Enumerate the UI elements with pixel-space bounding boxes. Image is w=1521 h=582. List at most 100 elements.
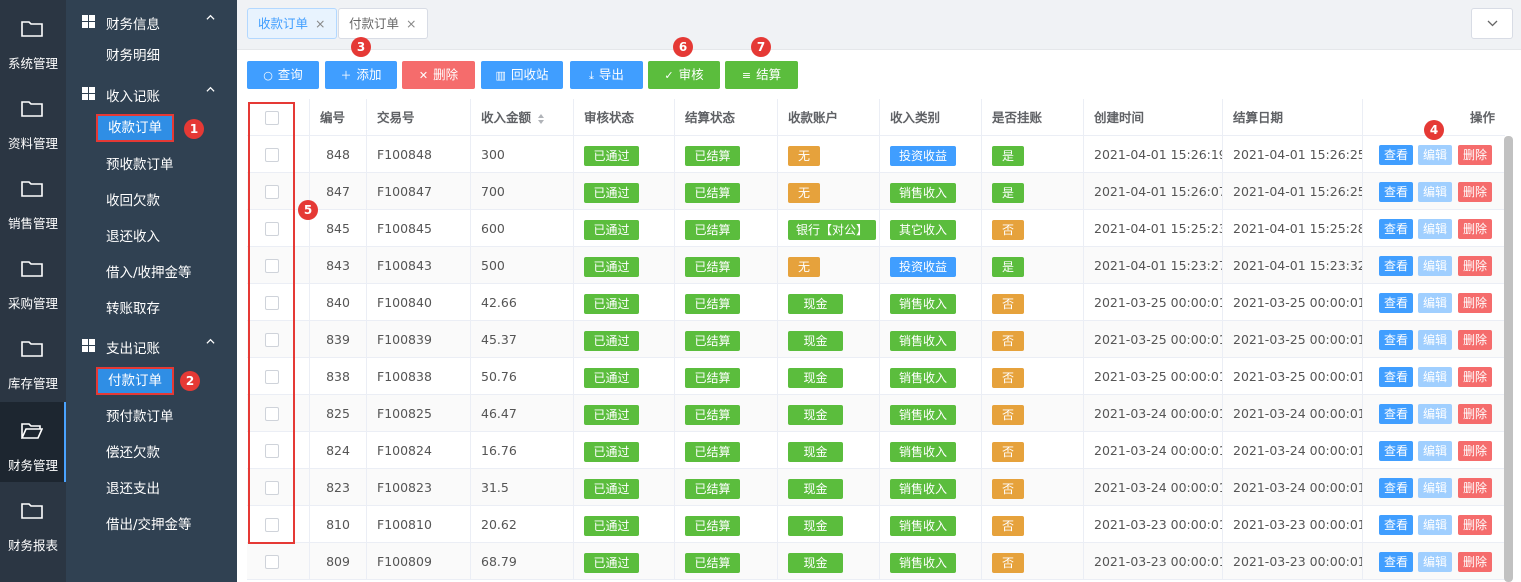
delete-row-button[interactable]: 删除 — [1458, 478, 1493, 498]
edit-button[interactable]: 编辑 — [1418, 145, 1453, 165]
row-checkbox[interactable] — [265, 222, 279, 236]
view-button[interactable]: 查看 — [1379, 145, 1414, 165]
sort-icon[interactable] — [537, 113, 545, 125]
rail-item-reports[interactable]: 财务报表 — [0, 482, 66, 562]
row-checkbox[interactable] — [265, 481, 279, 495]
delete-row-button[interactable]: 删除 — [1458, 256, 1493, 276]
tab-payment-order[interactable]: 付款订单 × — [338, 8, 428, 39]
view-button[interactable]: 查看 — [1379, 330, 1414, 350]
rail-item-data[interactable]: 资料管理 — [0, 80, 66, 160]
view-button[interactable]: 查看 — [1379, 478, 1414, 498]
submenu-item-advance-receipt[interactable]: 预收款订单 — [106, 151, 174, 179]
cell-amount: 68.79 — [471, 543, 574, 580]
recycle-bin-button[interactable]: ▥ 回收站 — [481, 61, 563, 89]
row-checkbox[interactable] — [265, 444, 279, 458]
submenu-item-lend-out[interactable]: 借出/交押金等 — [106, 511, 192, 539]
row-checkbox[interactable] — [265, 518, 279, 532]
view-button[interactable]: 查看 — [1379, 367, 1414, 387]
settle-button[interactable]: ≡ 结算 — [725, 61, 798, 89]
edit-button[interactable]: 编辑 — [1418, 293, 1453, 313]
view-button[interactable]: 查看 — [1379, 256, 1414, 276]
view-button[interactable]: 查看 — [1379, 552, 1414, 572]
submenu-item-repay-debt[interactable]: 偿还欠款 — [106, 439, 160, 467]
row-checkbox[interactable] — [265, 185, 279, 199]
table-scrollbar[interactable] — [1504, 136, 1513, 582]
delete-row-button[interactable]: 删除 — [1458, 367, 1493, 387]
table-row[interactable]: 840 F100840 42.66 已通过 已结算 现金 销售收入 否 2021-03-25 0… — [247, 284, 1505, 321]
delete-row-button[interactable]: 删除 — [1458, 515, 1493, 535]
audit-button[interactable]: ✓ 审核 — [648, 61, 720, 89]
edit-button[interactable]: 编辑 — [1418, 367, 1453, 387]
close-icon[interactable]: × — [315, 16, 325, 31]
delete-row-button[interactable]: 删除 — [1458, 219, 1493, 239]
add-button[interactable]: ＋ 添加 — [325, 61, 397, 89]
delete-row-button[interactable]: 删除 — [1458, 552, 1493, 572]
view-button[interactable]: 查看 — [1379, 219, 1414, 239]
view-button[interactable]: 查看 — [1379, 404, 1414, 424]
edit-button[interactable]: 编辑 — [1418, 441, 1453, 461]
table-row[interactable]: 838 F100838 50.76 已通过 已结算 现金 销售收入 否 2021-03-25 0… — [247, 358, 1505, 395]
table-row[interactable]: 823 F100823 31.5 已通过 已结算 现金 销售收入 否 2021-03-24 00… — [247, 469, 1505, 506]
submenu-item-recover-debt[interactable]: 收回欠款 — [106, 187, 160, 215]
submenu-group-income[interactable]: 收入记账 — [66, 75, 237, 111]
submenu-group-finance-info[interactable]: 财务信息 — [66, 3, 237, 39]
submenu-item-advance-payment[interactable]: 预付款订单 — [106, 403, 174, 431]
table-row[interactable]: 839 F100839 45.37 已通过 已结算 现金 销售收入 否 2021-03-25 0… — [247, 321, 1505, 358]
view-button[interactable]: 查看 — [1379, 441, 1414, 461]
edit-button[interactable]: 编辑 — [1418, 182, 1453, 202]
edit-button[interactable]: 编辑 — [1418, 478, 1453, 498]
row-checkbox[interactable] — [265, 407, 279, 421]
row-checkbox[interactable] — [265, 555, 279, 569]
status-badge: 已结算 — [685, 367, 740, 388]
edit-button[interactable]: 编辑 — [1418, 552, 1453, 572]
tabs-dropdown-button[interactable] — [1471, 8, 1513, 39]
tab-receipt-order[interactable]: 收款订单 × — [247, 8, 337, 39]
table-row[interactable]: 848 F100848 300 已通过 已结算 无 投资收益 是 2021-04-01 15:2… — [247, 136, 1505, 173]
table-row[interactable]: 843 F100843 500 已通过 已结算 无 投资收益 是 2021-04-01 15:2… — [247, 247, 1505, 284]
edit-button[interactable]: 编辑 — [1418, 330, 1453, 350]
delete-row-button[interactable]: 删除 — [1458, 293, 1493, 313]
submenu-item-transfer[interactable]: 转账取存 — [106, 295, 160, 323]
submenu-item-refund-income[interactable]: 退还收入 — [106, 223, 160, 251]
submenu-item-refund-expense[interactable]: 退还支出 — [106, 475, 160, 503]
select-all-checkbox[interactable] — [265, 111, 279, 125]
export-button[interactable]: ⤓ 导出 — [570, 61, 643, 89]
row-checkbox[interactable] — [265, 259, 279, 273]
rail-item-system[interactable]: 系统管理 — [0, 0, 66, 80]
close-icon[interactable]: × — [406, 16, 416, 31]
table-row[interactable]: 845 F100845 600 已通过 已结算 银行【对公】 其它收入 否 2021-04-01… — [247, 210, 1505, 247]
rail-item-purchase[interactable]: 采购管理 — [0, 240, 66, 320]
view-button[interactable]: 查看 — [1379, 293, 1414, 313]
row-checkbox[interactable] — [265, 148, 279, 162]
table-row[interactable]: 810 F100810 20.62 已通过 已结算 现金 销售收入 否 2021-03-23 0… — [247, 506, 1505, 543]
edit-button[interactable]: 编辑 — [1418, 219, 1453, 239]
query-button[interactable]: ○ 查询 — [247, 61, 319, 89]
row-checkbox[interactable] — [265, 370, 279, 384]
table-row[interactable]: 847 F100847 700 已通过 已结算 无 销售收入 是 2021-04-01 15:2… — [247, 173, 1505, 210]
submenu-item-receipt-order[interactable]: 收款订单 — [96, 114, 174, 142]
submenu-group-expense[interactable]: 支出记账 — [66, 327, 237, 363]
edit-button[interactable]: 编辑 — [1418, 515, 1453, 535]
row-checkbox[interactable] — [265, 296, 279, 310]
table-row[interactable]: 809 F100809 68.79 已通过 已结算 现金 销售收入 否 2021-03-23 0… — [247, 543, 1505, 580]
view-button[interactable]: 查看 — [1379, 515, 1414, 535]
edit-button[interactable]: 编辑 — [1418, 404, 1453, 424]
row-checkbox[interactable] — [265, 333, 279, 347]
delete-row-button[interactable]: 删除 — [1458, 330, 1493, 350]
delete-row-button[interactable]: 删除 — [1458, 145, 1493, 165]
delete-row-button[interactable]: 删除 — [1458, 404, 1493, 424]
rail-item-finance[interactable]: 财务管理 — [0, 402, 66, 482]
delete-row-button[interactable]: 删除 — [1458, 441, 1493, 461]
submenu-item-payment-order[interactable]: 付款订单 — [96, 367, 174, 395]
submenu-item-borrow-in[interactable]: 借入/收押金等 — [106, 259, 192, 287]
submenu-item-finance-detail[interactable]: 财务明细 — [106, 42, 160, 70]
rail-item-inventory[interactable]: 库存管理 — [0, 320, 66, 400]
view-button[interactable]: 查看 — [1379, 182, 1414, 202]
delete-button[interactable]: ✕ 删除 — [402, 61, 475, 89]
delete-row-button[interactable]: 删除 — [1458, 182, 1493, 202]
col-header-amount[interactable]: 收入金额 — [471, 99, 574, 136]
edit-button[interactable]: 编辑 — [1418, 256, 1453, 276]
table-row[interactable]: 824 F100824 16.76 已通过 已结算 现金 销售收入 否 2021-03-24 0… — [247, 432, 1505, 469]
table-row[interactable]: 825 F100825 46.47 已通过 已结算 现金 销售收入 否 2021-03-24 0… — [247, 395, 1505, 432]
rail-item-sales[interactable]: 销售管理 — [0, 160, 66, 240]
